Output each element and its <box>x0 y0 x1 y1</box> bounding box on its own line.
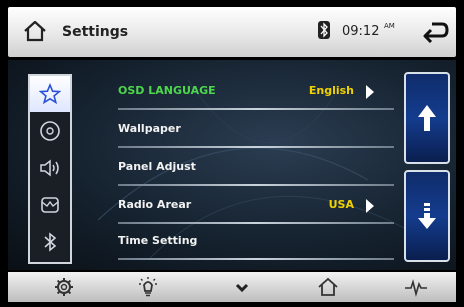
settings-panel: OSD LANGUAGE English Wallpaper Panel Adj… <box>8 60 456 270</box>
clock-ampm: AM <box>384 22 395 30</box>
header-bar: Settings 09:12 AM <box>8 7 456 57</box>
setting-value: English <box>308 84 354 97</box>
chevron-right-icon[interactable] <box>366 199 374 213</box>
sidebar-item-car[interactable] <box>30 187 70 223</box>
row-divider <box>118 108 394 110</box>
up-arrow-icon <box>418 105 436 131</box>
row-divider <box>118 146 394 148</box>
clock-time: 09:12 <box>342 24 380 39</box>
home-icon[interactable] <box>22 19 48 43</box>
sidebar-item-audio[interactable] <box>30 150 70 186</box>
sidebar-item-disc[interactable] <box>30 113 70 149</box>
car-icon <box>41 197 59 213</box>
setting-label: Wallpaper <box>118 122 181 135</box>
bluetooth-icon <box>318 21 330 39</box>
home-icon[interactable] <box>316 276 340 298</box>
disc-icon <box>40 121 60 141</box>
page-title: Settings <box>62 24 129 40</box>
down-arrow-icon <box>418 203 436 229</box>
sidebar-item-favorites[interactable] <box>30 76 70 112</box>
setting-label: Time Setting <box>118 234 198 247</box>
bluetooth-icon <box>44 232 57 252</box>
back-icon[interactable] <box>422 19 450 43</box>
scroll-up-button[interactable] <box>404 72 450 164</box>
setting-row-radio-area[interactable]: Radio Arear USA <box>118 188 394 224</box>
setting-row-osd-language[interactable]: OSD LANGUAGE English <box>118 74 394 110</box>
chevron-right-icon[interactable] <box>366 85 374 99</box>
setting-value: USA <box>328 198 354 211</box>
waveform-icon[interactable] <box>404 276 428 298</box>
gear-icon[interactable] <box>52 276 76 298</box>
setting-label: Radio Arear <box>118 198 192 211</box>
setting-label: OSD LANGUAGE <box>118 84 216 97</box>
volume-icon <box>40 159 59 177</box>
row-divider <box>118 184 394 186</box>
setting-row-wallpaper[interactable]: Wallpaper <box>118 112 394 148</box>
scroll-down-button[interactable] <box>404 170 450 262</box>
brightness-icon[interactable] <box>136 276 160 298</box>
screen: Settings 09:12 AM OSD LANGUAGE English W… <box>0 0 464 307</box>
star-icon <box>39 83 61 105</box>
chevron-down-icon[interactable] <box>230 276 254 298</box>
sidebar-item-bluetooth[interactable] <box>30 224 70 260</box>
setting-label: Panel Adjust <box>118 160 196 173</box>
row-divider <box>118 258 394 260</box>
setting-row-time-setting[interactable]: Time Setting <box>118 224 394 260</box>
category-sidebar <box>28 74 72 264</box>
bottom-bar <box>8 272 456 302</box>
setting-row-panel-adjust[interactable]: Panel Adjust <box>118 150 394 186</box>
